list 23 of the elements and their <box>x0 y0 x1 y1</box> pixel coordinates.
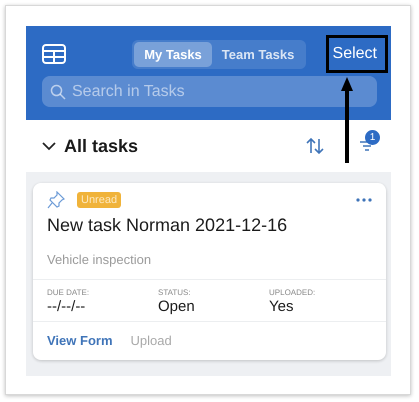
field-value: Yes <box>269 298 294 315</box>
list-title: All tasks <box>64 136 140 156</box>
tab[interactable]: Team Tasks <box>212 42 304 66</box>
form-name: Vehicle inspection <box>47 252 152 267</box>
tab[interactable]: My Tasks <box>134 42 212 66</box>
more-icon[interactable] <box>356 198 372 202</box>
field-value: --/--/-- <box>47 298 86 315</box>
search-icon <box>50 84 66 100</box>
field-label: STATUS: <box>158 288 192 297</box>
field-label: UPLOADED: <box>269 288 316 297</box>
status-tag: Unread <box>77 192 122 208</box>
task-title: New task Norman 2021-12-16 <box>47 215 288 236</box>
chevron-icon[interactable] <box>42 141 56 151</box>
table-icon[interactable] <box>42 44 66 64</box>
sort-icon[interactable] <box>305 137 325 155</box>
filter-button[interactable]: 1 <box>357 130 380 154</box>
highlight-frame <box>326 35 388 73</box>
pin-icon[interactable] <box>47 191 65 209</box>
field-label: DUE DATE: <box>47 288 90 297</box>
field-value: Open <box>158 298 196 315</box>
count-badge: 1 <box>365 130 380 145</box>
select-button[interactable]: Select <box>332 41 377 67</box>
action-link[interactable]: View Form <box>47 333 113 348</box>
